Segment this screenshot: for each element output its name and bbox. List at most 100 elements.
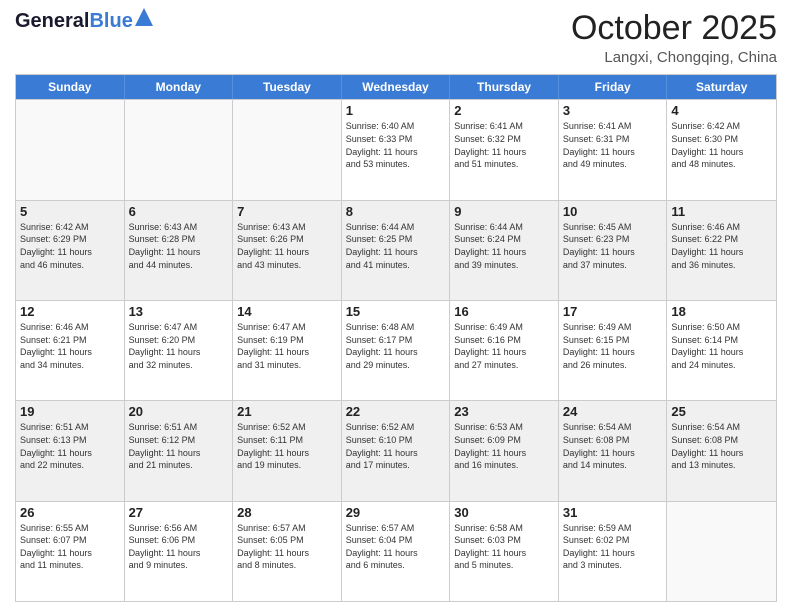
day-info: Sunrise: 6:54 AM Sunset: 6:08 PM Dayligh… [671,421,772,471]
calendar-cell: 25 Sunrise: 6:54 AM Sunset: 6:08 PM Dayli… [667,401,776,500]
calendar-cell: 11Sunrise: 6:46 AM Sunset: 6:22 PM Dayli… [667,201,776,300]
calendar-cell: 19 Sunrise: 6:51 AM Sunset: 6:13 PM Dayli… [16,401,125,500]
calendar-cell: 27 Sunrise: 6:56 AM Sunset: 6:06 PM Dayli… [125,502,234,601]
calendar-row: 5 Sunrise: 6:42 AM Sunset: 6:29 PM Daylig… [16,200,776,300]
day-info: Sunrise: 6:56 AM Sunset: 6:06 PM Dayligh… [129,522,229,572]
weekday-header: Tuesday [233,75,342,99]
page: GeneralBlue October 2025 Langxi, Chongqi… [0,0,792,612]
day-number: 18 [671,304,772,319]
calendar-cell: 28 Sunrise: 6:57 AM Sunset: 6:05 PM Dayli… [233,502,342,601]
day-number: 7 [237,204,337,219]
calendar-header: SundayMondayTuesdayWednesdayThursdayFrid… [16,75,776,99]
day-info: Sunrise: 6:52 AM Sunset: 6:11 PM Dayligh… [237,421,337,471]
calendar-cell: 1 Sunrise: 6:40 AM Sunset: 6:33 PM Daylig… [342,100,451,199]
day-info: Sunrise: 6:54 AM Sunset: 6:08 PM Dayligh… [563,421,663,471]
day-number: 26 [20,505,120,520]
day-number: 31 [563,505,663,520]
logo-triangle-icon [135,8,153,26]
day-number: 17 [563,304,663,319]
calendar-cell: 8 Sunrise: 6:44 AM Sunset: 6:25 PM Daylig… [342,201,451,300]
calendar-cell: 10Sunrise: 6:45 AM Sunset: 6:23 PM Dayli… [559,201,668,300]
day-info: Sunrise: 6:48 AM Sunset: 6:17 PM Dayligh… [346,321,446,371]
day-info: Sunrise: 6:43 AM Sunset: 6:26 PM Dayligh… [237,221,337,271]
calendar-cell: 30Sunrise: 6:58 AM Sunset: 6:03 PM Dayli… [450,502,559,601]
day-number: 3 [563,103,663,118]
title-area: October 2025 Langxi, Chongqing, China [571,10,777,66]
day-number: 9 [454,204,554,219]
day-info: Sunrise: 6:41 AM Sunset: 6:31 PM Dayligh… [563,120,663,170]
logo-general-text: General [15,10,89,32]
calendar-cell [125,100,234,199]
day-number: 6 [129,204,229,219]
calendar-row: 19 Sunrise: 6:51 AM Sunset: 6:13 PM Dayli… [16,400,776,500]
weekday-header: Saturday [667,75,776,99]
day-number: 8 [346,204,446,219]
day-info: Sunrise: 6:42 AM Sunset: 6:30 PM Dayligh… [671,120,772,170]
day-info: Sunrise: 6:51 AM Sunset: 6:13 PM Dayligh… [20,421,120,471]
calendar-cell: 22 Sunrise: 6:52 AM Sunset: 6:10 PM Dayli… [342,401,451,500]
calendar-cell: 2 Sunrise: 6:41 AM Sunset: 6:32 PM Daylig… [450,100,559,199]
day-number: 30 [454,505,554,520]
day-info: Sunrise: 6:44 AM Sunset: 6:24 PM Dayligh… [454,221,554,271]
calendar-cell: 20 Sunrise: 6:51 AM Sunset: 6:12 PM Dayli… [125,401,234,500]
day-number: 19 [20,404,120,419]
day-info: Sunrise: 6:47 AM Sunset: 6:20 PM Dayligh… [129,321,229,371]
day-info: Sunrise: 6:52 AM Sunset: 6:10 PM Dayligh… [346,421,446,471]
day-info: Sunrise: 6:50 AM Sunset: 6:14 PM Dayligh… [671,321,772,371]
day-number: 29 [346,505,446,520]
weekday-header: Sunday [16,75,125,99]
day-info: Sunrise: 6:40 AM Sunset: 6:33 PM Dayligh… [346,120,446,170]
day-number: 20 [129,404,229,419]
day-number: 15 [346,304,446,319]
calendar-cell: 13 Sunrise: 6:47 AM Sunset: 6:20 PM Dayli… [125,301,234,400]
day-number: 23 [454,404,554,419]
day-number: 5 [20,204,120,219]
month-title: October 2025 [571,10,777,47]
weekday-header: Thursday [450,75,559,99]
day-number: 14 [237,304,337,319]
calendar-cell [667,502,776,601]
day-number: 13 [129,304,229,319]
calendar-cell: 23 Sunrise: 6:53 AM Sunset: 6:09 PM Dayli… [450,401,559,500]
logo-blue-text: Blue [89,10,132,32]
calendar-cell: 7 Sunrise: 6:43 AM Sunset: 6:26 PM Daylig… [233,201,342,300]
calendar-cell: 9 Sunrise: 6:44 AM Sunset: 6:24 PM Daylig… [450,201,559,300]
day-number: 10 [563,204,663,219]
day-info: Sunrise: 6:49 AM Sunset: 6:15 PM Dayligh… [563,321,663,371]
day-info: Sunrise: 6:42 AM Sunset: 6:29 PM Dayligh… [20,221,120,271]
calendar-row: 1 Sunrise: 6:40 AM Sunset: 6:33 PM Daylig… [16,99,776,199]
day-number: 1 [346,103,446,118]
calendar: SundayMondayTuesdayWednesdayThursdayFrid… [15,74,777,602]
calendar-row: 26 Sunrise: 6:55 AM Sunset: 6:07 PM Dayli… [16,501,776,601]
day-info: Sunrise: 6:47 AM Sunset: 6:19 PM Dayligh… [237,321,337,371]
day-info: Sunrise: 6:44 AM Sunset: 6:25 PM Dayligh… [346,221,446,271]
calendar-row: 12Sunrise: 6:46 AM Sunset: 6:21 PM Dayli… [16,300,776,400]
day-number: 22 [346,404,446,419]
day-info: Sunrise: 6:51 AM Sunset: 6:12 PM Dayligh… [129,421,229,471]
day-number: 25 [671,404,772,419]
calendar-cell [16,100,125,199]
day-number: 2 [454,103,554,118]
calendar-cell: 29Sunrise: 6:57 AM Sunset: 6:04 PM Dayli… [342,502,451,601]
day-info: Sunrise: 6:46 AM Sunset: 6:22 PM Dayligh… [671,221,772,271]
calendar-cell: 21Sunrise: 6:52 AM Sunset: 6:11 PM Dayli… [233,401,342,500]
day-info: Sunrise: 6:57 AM Sunset: 6:05 PM Dayligh… [237,522,337,572]
calendar-cell: 18 Sunrise: 6:50 AM Sunset: 6:14 PM Dayli… [667,301,776,400]
day-info: Sunrise: 6:41 AM Sunset: 6:32 PM Dayligh… [454,120,554,170]
day-number: 16 [454,304,554,319]
day-number: 27 [129,505,229,520]
calendar-cell: 6 Sunrise: 6:43 AM Sunset: 6:28 PM Daylig… [125,201,234,300]
day-info: Sunrise: 6:59 AM Sunset: 6:02 PM Dayligh… [563,522,663,572]
weekday-header: Monday [125,75,234,99]
weekday-header: Friday [559,75,668,99]
day-info: Sunrise: 6:43 AM Sunset: 6:28 PM Dayligh… [129,221,229,271]
calendar-cell: 15 Sunrise: 6:48 AM Sunset: 6:17 PM Dayli… [342,301,451,400]
calendar-cell: 16Sunrise: 6:49 AM Sunset: 6:16 PM Dayli… [450,301,559,400]
day-info: Sunrise: 6:46 AM Sunset: 6:21 PM Dayligh… [20,321,120,371]
calendar-cell [233,100,342,199]
day-info: Sunrise: 6:53 AM Sunset: 6:09 PM Dayligh… [454,421,554,471]
calendar-cell: 5 Sunrise: 6:42 AM Sunset: 6:29 PM Daylig… [16,201,125,300]
day-number: 28 [237,505,337,520]
day-info: Sunrise: 6:55 AM Sunset: 6:07 PM Dayligh… [20,522,120,572]
calendar-cell: 4Sunrise: 6:42 AM Sunset: 6:30 PM Daylig… [667,100,776,199]
